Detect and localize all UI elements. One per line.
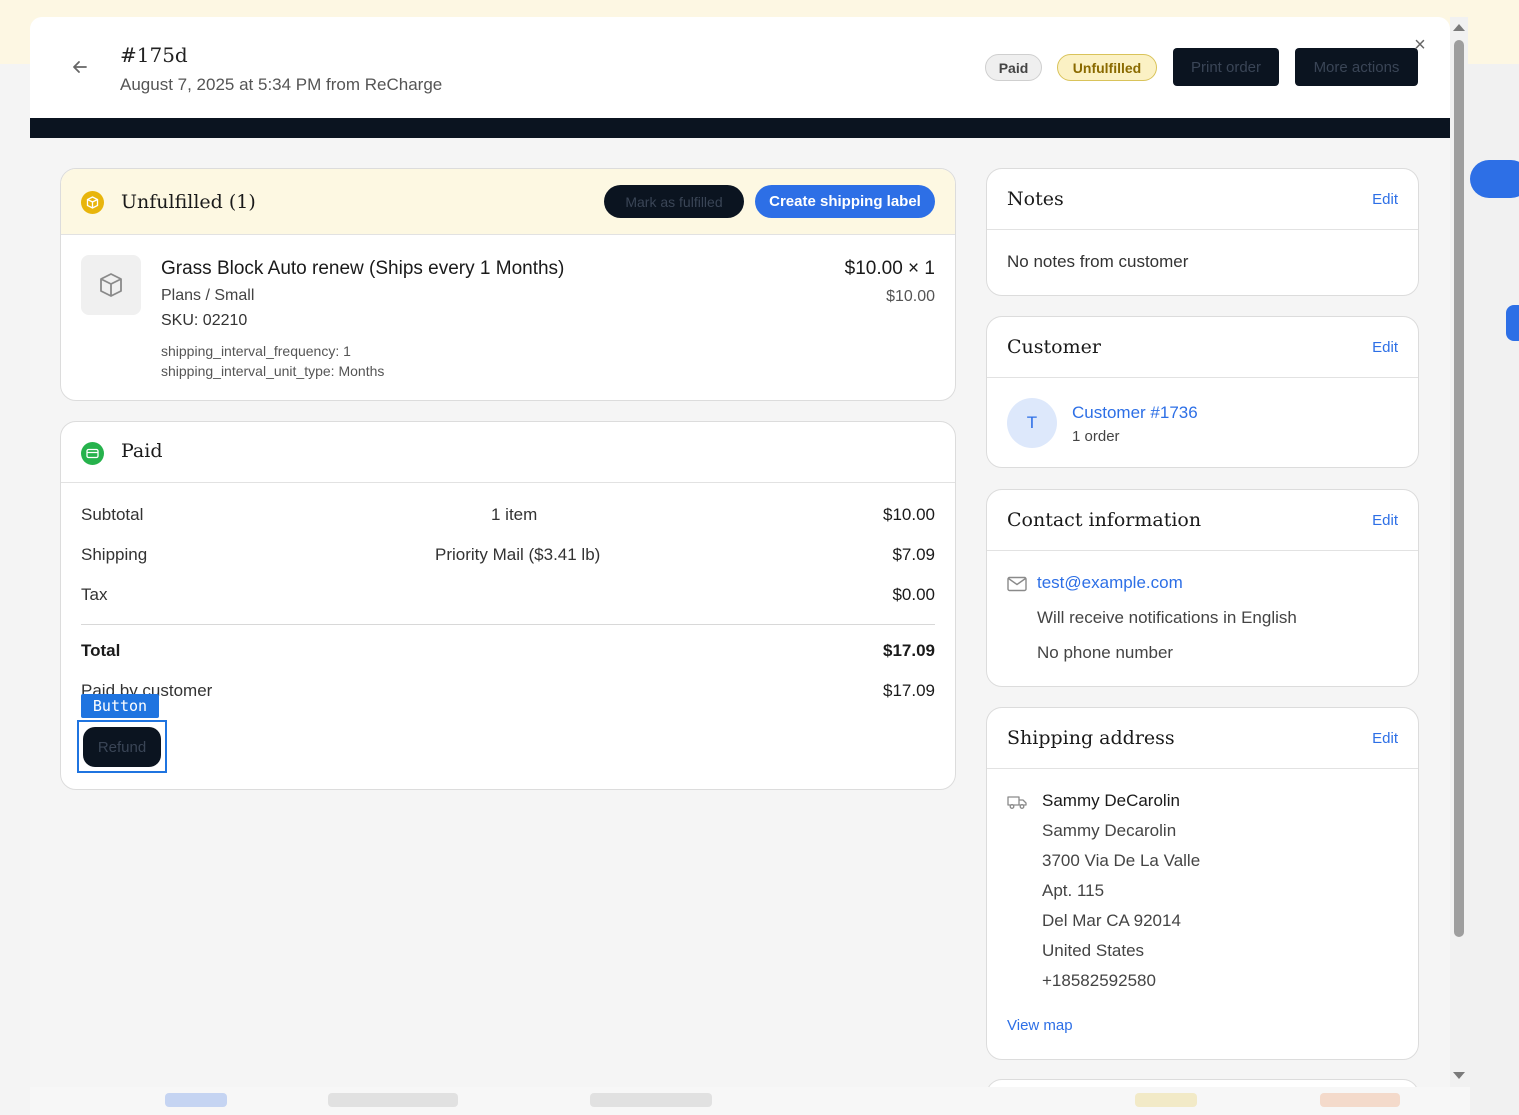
- truck-icon: [1007, 794, 1027, 810]
- customer-card: Customer Edit T Customer #1736 1 order: [986, 316, 1419, 468]
- order-modal: #175d August 7, 2025 at 5:34 PM from ReC…: [30, 17, 1450, 1087]
- address-line: Sammy Decarolin: [1042, 821, 1177, 840]
- shipping-method: Priority Mail ($3.41 lb): [435, 545, 601, 564]
- edit-contact-link[interactable]: Edit: [1372, 512, 1398, 529]
- address-line: United States: [1042, 941, 1145, 960]
- scrollbar-thumb[interactable]: [1454, 40, 1464, 937]
- close-icon[interactable]: ×: [1411, 35, 1429, 55]
- unfulfilled-card-header: Unfulfilled (1) Mark as fulfilled Create…: [61, 169, 955, 235]
- paid-by-customer-amount: $17.09: [883, 681, 935, 700]
- header-divider-bar: [30, 118, 1450, 138]
- shipping-amount: $7.09: [892, 545, 935, 564]
- paid-status-badge: Paid: [985, 54, 1042, 81]
- background-cell: [1135, 1093, 1197, 1107]
- background-primary-button: [1470, 160, 1519, 198]
- notes-card: Notes Edit No notes from customer: [986, 168, 1419, 296]
- product-variant: Plans / Small: [161, 287, 255, 304]
- product-name[interactable]: Grass Block Auto renew (Ships every 1 Mo…: [161, 258, 564, 280]
- highlight-label: Button: [81, 694, 159, 718]
- view-map-link[interactable]: View map: [1007, 1017, 1073, 1034]
- phone-number: No phone number: [1037, 643, 1174, 662]
- customer-name-link[interactable]: Customer #1736: [1072, 403, 1198, 423]
- tax-label: Tax: [81, 585, 108, 604]
- back-arrow-icon[interactable]: [70, 57, 90, 77]
- total-divider: [81, 624, 935, 625]
- edit-notes-link[interactable]: Edit: [1372, 191, 1398, 208]
- background-cell: [1320, 1093, 1400, 1107]
- total-amount: $17.09: [883, 641, 935, 660]
- address-line: +18582592580: [1042, 971, 1156, 990]
- unfulfilled-card: Unfulfilled (1) Mark as fulfilled Create…: [60, 168, 956, 401]
- payment-title: Paid: [121, 440, 163, 462]
- background-content: [1468, 64, 1519, 1115]
- product-thumbnail: [81, 255, 141, 315]
- background-cell: [328, 1093, 458, 1107]
- address-line: Del Mar CA 92014: [1042, 911, 1181, 930]
- product-property: shipping_interval_unit_type: Months: [161, 363, 385, 379]
- background-table-row: [30, 1087, 1470, 1115]
- package-icon: [81, 191, 104, 214]
- notes-body: No notes from customer: [1007, 252, 1189, 271]
- modal-header: #175d August 7, 2025 at 5:34 PM from ReC…: [30, 17, 1450, 118]
- product-line-total: $10.00: [886, 288, 935, 305]
- product-property: shipping_interval_frequency: 1: [161, 343, 351, 359]
- unfulfilled-title: Unfulfilled (1): [121, 191, 256, 213]
- background-secondary-button: [1506, 305, 1519, 341]
- subtotal-items: 1 item: [491, 505, 538, 524]
- mail-icon: [1007, 576, 1027, 592]
- product-sku: SKU: 02210: [161, 312, 248, 329]
- tax-amount: $0.00: [892, 585, 935, 604]
- edit-customer-link[interactable]: Edit: [1372, 339, 1398, 356]
- avatar: T: [1007, 398, 1057, 448]
- total-label: Total: [81, 641, 121, 660]
- background-sidebar: [0, 64, 30, 1115]
- credit-card-icon: [81, 442, 104, 465]
- order-subtitle: August 7, 2025 at 5:34 PM from ReCharge: [120, 75, 443, 94]
- unfulfilled-status-badge: Unfulfilled: [1057, 54, 1157, 81]
- contact-card-header: Contact information Edit: [987, 490, 1418, 551]
- background-cell: [590, 1093, 712, 1107]
- customer-card-header: Customer Edit: [987, 317, 1418, 378]
- address-line: Apt. 115: [1042, 881, 1105, 900]
- address-line: 3700 Via De La Valle: [1042, 851, 1201, 870]
- customer-title: Customer: [1007, 336, 1101, 358]
- refund-button[interactable]: Refund: [83, 727, 161, 767]
- notes-title: Notes: [1007, 188, 1064, 210]
- more-actions-button[interactable]: More actions: [1295, 48, 1418, 86]
- email-link[interactable]: test@example.com: [1037, 573, 1183, 593]
- customer-order-count: 1 order: [1072, 428, 1120, 445]
- product-price-quantity: $10.00 × 1: [844, 258, 935, 279]
- shipping-address-title: Shipping address: [1007, 727, 1175, 749]
- scroll-up-arrow[interactable]: [1453, 24, 1465, 31]
- payment-card-header: Paid: [61, 422, 955, 483]
- order-number: #175d: [120, 43, 188, 67]
- shipping-address-header: Shipping address Edit: [987, 708, 1418, 769]
- mark-as-fulfilled-button[interactable]: Mark as fulfilled: [604, 185, 744, 218]
- edit-shipping-address-link[interactable]: Edit: [1372, 730, 1398, 747]
- box-icon: [100, 273, 122, 297]
- notes-card-header: Notes Edit: [987, 169, 1418, 230]
- subtotal-label: Subtotal: [81, 505, 144, 524]
- recipient-name: Sammy DeCarolin: [1042, 791, 1180, 810]
- contact-information-card: Contact information Edit test@example.co…: [986, 489, 1419, 687]
- background-cell: [165, 1093, 227, 1107]
- create-shipping-label-button[interactable]: Create shipping label: [755, 185, 935, 218]
- contact-title: Contact information: [1007, 509, 1202, 531]
- next-card-peek: [986, 1079, 1419, 1087]
- subtotal-amount: $10.00: [883, 505, 935, 524]
- notification-language: Will receive notifications in English: [1037, 608, 1297, 627]
- payment-card: Paid Subtotal 1 item $10.00 Shipping Pri…: [60, 421, 956, 790]
- shipping-address-card: Shipping address Edit Sammy DeCarolin Sa…: [986, 707, 1419, 1060]
- scroll-down-arrow[interactable]: [1453, 1072, 1465, 1079]
- print-order-button[interactable]: Print order: [1173, 48, 1279, 86]
- shipping-label: Shipping: [81, 545, 148, 564]
